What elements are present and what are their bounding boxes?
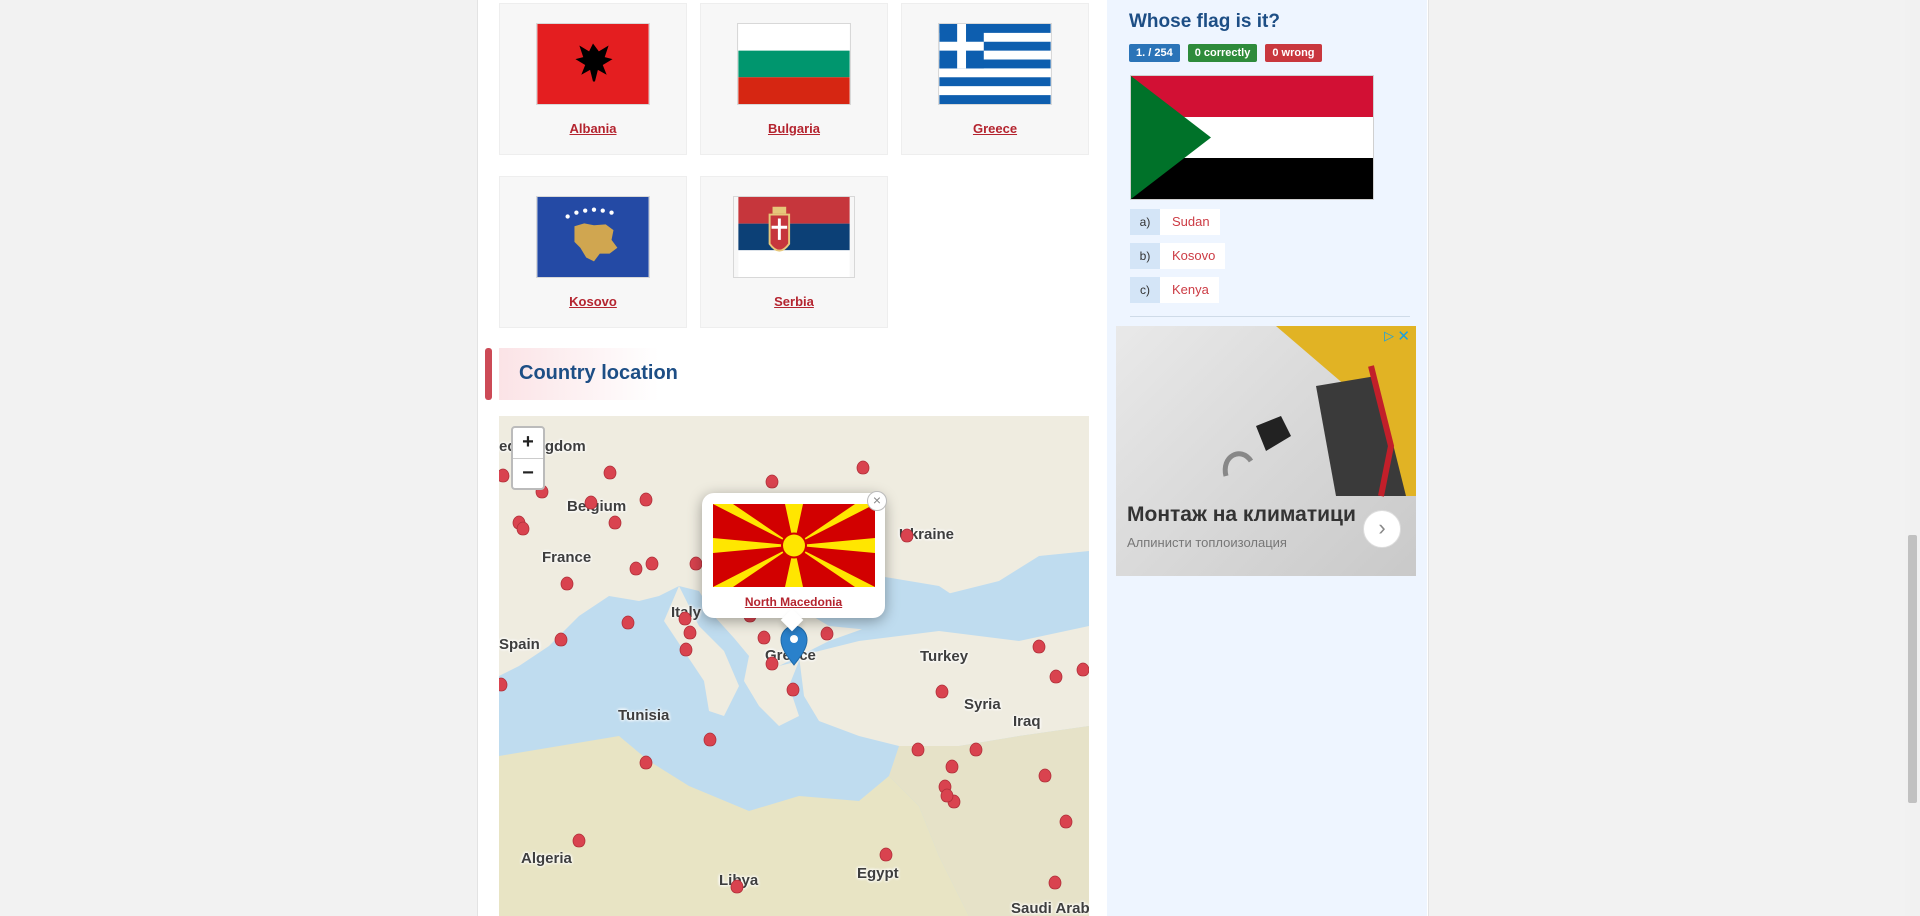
map-marker[interactable] [945,759,959,774]
map-marker[interactable] [940,788,954,803]
quiz-title: Whose flag is it? [1129,11,1280,32]
map-marker[interactable] [703,732,717,747]
map-marker[interactable] [572,833,586,848]
answer-text[interactable]: Sudan [1160,209,1220,235]
map-marker[interactable] [603,465,617,480]
answer-option-c[interactable]: c) Kenya [1130,277,1219,303]
map-marker[interactable] [639,492,653,507]
answer-option-a[interactable]: a) Sudan [1130,209,1220,235]
map-marker[interactable] [629,561,643,576]
map-marker[interactable] [765,656,779,671]
heading-accent-bar [485,348,492,400]
country-link[interactable]: North Macedonia [702,595,885,609]
map-marker[interactable] [1049,669,1063,684]
page-scrollbar[interactable] [1905,0,1920,916]
map-marker[interactable] [678,611,692,626]
bulgaria-flag [737,23,851,105]
ad-close-icon[interactable]: ✕ [1397,327,1410,345]
answer-option-b[interactable]: b) Kosovo [1130,243,1226,269]
zoom-control: + − [511,426,545,490]
neighbor-link[interactable]: Greece [902,121,1088,136]
sidebar: Whose flag is it? 1. / 254 0 correctly 0… [1107,0,1427,916]
map-marker[interactable] [554,632,568,647]
map-marker[interactable] [689,556,703,571]
map-marker[interactable] [683,625,697,640]
greece-flag [938,23,1052,105]
map-marker[interactable] [679,642,693,657]
selected-marker[interactable] [780,625,808,666]
map-marker[interactable] [584,495,598,510]
quiz-flag [1130,75,1374,200]
answer-key: a) [1130,209,1160,235]
ad-arrow-button[interactable]: › [1363,510,1401,548]
map-marker[interactable] [786,682,800,697]
map-marker[interactable] [645,556,659,571]
map-markers[interactable] [499,416,1089,916]
map-marker[interactable] [608,515,622,530]
map-marker[interactable] [900,528,914,543]
map-marker[interactable] [765,474,779,489]
ad-subtitle[interactable]: Алпинисти топлоизолация [1127,535,1287,550]
map-marker[interactable] [879,847,893,862]
map-marker[interactable] [856,460,870,475]
map-popup: North Macedonia × [702,491,887,632]
map-marker[interactable] [516,521,530,536]
map-marker[interactable] [639,755,653,770]
popup-close-button[interactable]: × [867,491,887,511]
scrollbar-thumb[interactable] [1908,535,1917,803]
neighbor-link[interactable]: Kosovo [500,294,686,309]
ad-title[interactable]: Монтаж на климатици [1127,503,1356,527]
quiz-stats: 1. / 254 0 correctly 0 wrong [1129,44,1322,62]
adchoices-icon[interactable]: ▷ [1384,328,1394,344]
map-marker[interactable] [499,677,508,692]
map-marker[interactable] [730,879,744,894]
map-marker[interactable] [1059,814,1073,829]
country-location-map[interactable]: ed Kingdom Belgium France Italy Spain Gr… [499,416,1089,916]
map-marker[interactable] [935,684,949,699]
neighbor-card-bulgaria[interactable]: Bulgaria [700,3,888,155]
map-marker[interactable] [1038,768,1052,783]
neighbor-link[interactable]: Bulgaria [701,121,887,136]
neighbor-card-albania[interactable]: Albania [499,3,687,155]
neighbor-card-serbia[interactable]: Serbia [700,176,888,328]
north-macedonia-flag [713,504,875,587]
map-marker[interactable] [621,615,635,630]
map-marker[interactable] [911,742,925,757]
neighbor-link[interactable]: Albania [500,121,686,136]
wrong-badge: 0 wrong [1265,44,1322,62]
answer-text[interactable]: Kenya [1160,277,1219,303]
albania-flag [536,23,650,105]
neighbor-card-kosovo[interactable]: Kosovo [499,176,687,328]
map-marker[interactable] [969,742,983,757]
section-title-text: Country location [519,362,678,384]
map-marker[interactable] [499,468,510,483]
map-marker[interactable] [1048,875,1062,890]
answer-text[interactable]: Kosovo [1160,243,1226,269]
correct-badge: 0 correctly [1187,44,1258,62]
sidebar-divider [1130,316,1410,317]
map-marker[interactable] [1032,639,1046,654]
advertisement[interactable]: Монтаж на климатици Алпинисти топлоизола… [1116,326,1416,576]
zoom-in-button[interactable]: + [513,428,543,459]
zoom-out-button[interactable]: − [513,459,543,489]
kosovo-flag [536,196,650,278]
map-marker[interactable] [1076,662,1089,677]
answer-key: b) [1130,243,1160,269]
progress-badge: 1. / 254 [1129,44,1180,62]
neighbor-card-greece[interactable]: Greece [901,3,1089,155]
answer-key: c) [1130,277,1160,303]
neighbor-link[interactable]: Serbia [701,294,887,309]
map-marker[interactable] [560,576,574,591]
map-marker[interactable] [757,630,771,645]
serbia-flag [733,196,855,278]
map-marker[interactable] [820,626,834,641]
section-heading: Country location [485,348,678,400]
